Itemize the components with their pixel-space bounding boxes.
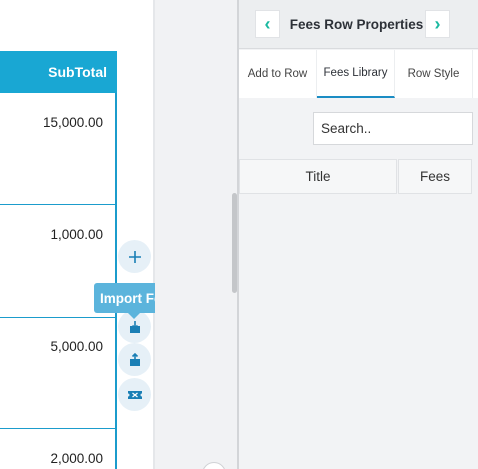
column-header-title[interactable]: Title — [239, 159, 397, 194]
column-header-fees[interactable]: Fees — [398, 159, 472, 194]
subtotal-value: 1,000.00 — [50, 227, 103, 242]
fees-row-properties-panel: ‹ Fees Row Properties › Add to Row Fees … — [237, 0, 478, 469]
subtotal-value: 5,000.00 — [50, 339, 103, 354]
fee-ticket-icon — [127, 390, 142, 399]
fees-table-header: Title Fees — [239, 159, 478, 194]
import-icon — [129, 320, 140, 333]
row-divider — [0, 204, 117, 205]
previous-button[interactable]: ‹ — [255, 10, 280, 38]
fee-ticket-button[interactable] — [118, 378, 151, 411]
next-button[interactable]: › — [425, 10, 450, 38]
subtotal-column-header: SubTotal — [0, 51, 117, 93]
add-fee-button[interactable] — [118, 240, 151, 273]
subtotal-value: 15,000.00 — [42, 115, 103, 130]
row-divider — [0, 317, 117, 318]
export-fee-button[interactable] — [118, 343, 151, 376]
row-divider — [0, 428, 117, 429]
export-icon — [129, 352, 140, 366]
chevron-left-icon: ‹ — [264, 13, 271, 34]
tab-row-style[interactable]: Row Style — [395, 50, 473, 98]
canvas-background — [155, 0, 238, 469]
search-input[interactable] — [313, 112, 473, 145]
panel-title: Fees Row Properties — [289, 16, 424, 32]
panel-tabs: Add to Row Fees Library Row Style — [239, 50, 478, 98]
subtotal-value: 2,000.00 — [50, 451, 103, 466]
plus-icon — [128, 250, 141, 263]
tab-fees-library[interactable]: Fees Library — [317, 50, 395, 98]
chevron-right-icon: › — [434, 13, 441, 34]
tab-add-to-row[interactable]: Add to Row — [239, 50, 317, 98]
panel-header: ‹ Fees Row Properties › — [239, 0, 478, 49]
document-area: SubTotal 15,000.00 1,000.00 5,000.00 2,0… — [0, 0, 117, 469]
tooltip-arrow — [128, 313, 140, 319]
